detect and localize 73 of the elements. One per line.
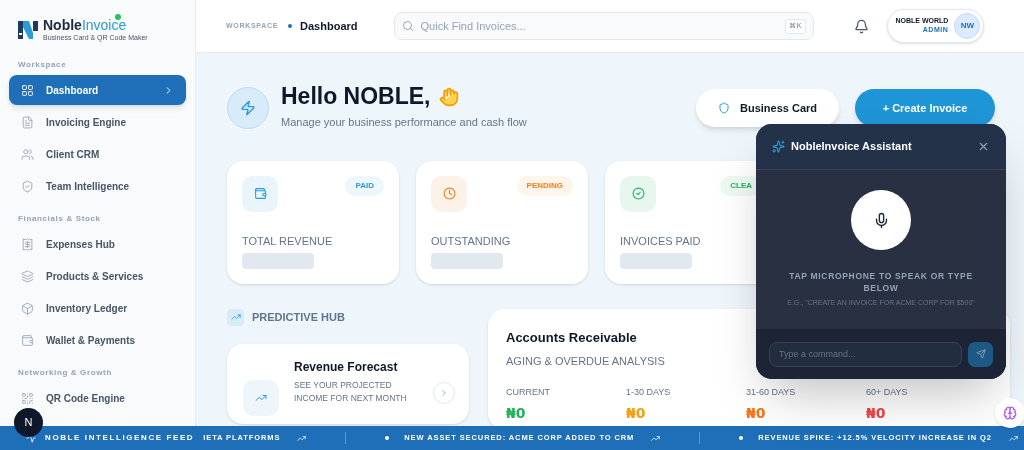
lightning-icon <box>240 99 256 116</box>
sidebar-item[interactable]: Wallet & Payments <box>9 325 186 355</box>
send-icon <box>975 349 986 359</box>
forecast-card[interactable]: Revenue Forecast SEE YOUR PROJECTED INCOME FOR NEXT MONTH <box>227 343 469 424</box>
section-heading: Networking & Growth <box>17 367 113 379</box>
chevron-icon <box>439 387 449 398</box>
trend-icon <box>1008 433 1018 443</box>
bucket-label: 1-30 DAYS <box>626 385 672 399</box>
brain-icon <box>1003 406 1017 420</box>
greeting-title: Hello NOBLE, <box>281 85 431 108</box>
shield-icon <box>717 101 730 114</box>
business-card-button[interactable]: Business Card <box>695 88 839 127</box>
value-placeholder <box>242 253 314 269</box>
bucket-label: 60+ DAYS <box>866 385 909 399</box>
box-icon <box>21 301 34 315</box>
qr-code-icon <box>21 391 34 405</box>
bucket-value: ₦0 <box>746 404 767 423</box>
send-button[interactable] <box>968 341 993 367</box>
section-title: PREDICTIVE HUB <box>252 309 345 325</box>
sidebar-item[interactable]: Client CRM <box>9 139 186 169</box>
bucket-value: ₦0 <box>866 404 887 423</box>
greeting-subtitle: Manage your business performance and cash flow <box>281 115 527 130</box>
sidebar-item[interactable]: Team Intelligence <box>9 171 186 201</box>
card-subtitle: AGING & OVERDUE ANALYSIS <box>506 354 665 369</box>
document-icon <box>21 115 34 129</box>
value-placeholder <box>620 253 692 269</box>
trend-icon <box>297 433 307 443</box>
forecast-title: Revenue Forecast <box>294 358 399 376</box>
search-icon <box>401 20 414 32</box>
wallet-icon <box>21 333 34 347</box>
sidebar-item[interactable]: Expenses Hub <box>9 229 186 259</box>
bucket-label: 31-60 DAYS <box>746 385 797 399</box>
notification-bell-icon[interactable] <box>853 18 869 34</box>
status-badge: PENDING <box>516 175 573 196</box>
sparkle-icon <box>772 140 785 153</box>
logo-icon <box>17 18 39 41</box>
section-heading: Workspace <box>17 59 68 71</box>
stat-label: OUTSTANDING <box>431 233 512 249</box>
breadcrumb-page: Dashboard <box>300 18 358 34</box>
command-field[interactable]: Type a command... <box>769 341 962 367</box>
close-button[interactable] <box>977 140 990 153</box>
forecast-description: SEE YOUR PROJECTED INCOME FOR NEXT MONTH <box>294 378 408 405</box>
microphone-button[interactable] <box>851 190 911 250</box>
check-circle-icon <box>631 187 645 200</box>
assistant-title: NobleInvoice Assistant <box>791 139 912 155</box>
close-icon <box>977 140 990 153</box>
section-heading: Financials & Stock <box>17 213 102 225</box>
brand-name: NobleInvoice <box>43 18 128 32</box>
bucket-label: CURRENT <box>506 385 551 399</box>
shield-icon <box>21 179 34 193</box>
assistant-prompt: TAP MICROPHONE TO SPEAK OR TYPE BELOW <box>788 270 974 294</box>
card-title: Accounts Receivable <box>506 328 638 347</box>
sidebar-item[interactable]: Dashboard <box>9 75 186 105</box>
bucket-value: ₦0 <box>626 404 647 423</box>
value-placeholder <box>431 253 503 269</box>
users-icon <box>21 147 34 161</box>
bucket-value: ₦0 <box>506 404 527 423</box>
user-avatar: NW <box>954 13 981 39</box>
ticker-label: NOBLE INTELLIGENCE FEED <box>45 432 195 444</box>
sidebar-item[interactable]: Invoicing Engine <box>9 107 186 137</box>
sidebar-item[interactable]: Inventory Ledger <box>9 293 186 323</box>
clock-icon <box>442 187 456 200</box>
sidebar-item[interactable]: Products & Services <box>9 261 186 291</box>
waving-hand-icon <box>438 86 459 107</box>
stat-label: INVOICES PAID <box>620 233 702 249</box>
grid-icon <box>21 83 34 97</box>
receipt-icon <box>21 237 34 251</box>
status-badge: PAID <box>345 175 384 196</box>
trend-icon <box>230 312 241 322</box>
wallet-icon <box>253 187 267 200</box>
stat-label: TOTAL REVENUE <box>242 233 334 249</box>
trend-icon <box>651 433 661 443</box>
layers-icon <box>21 269 34 283</box>
